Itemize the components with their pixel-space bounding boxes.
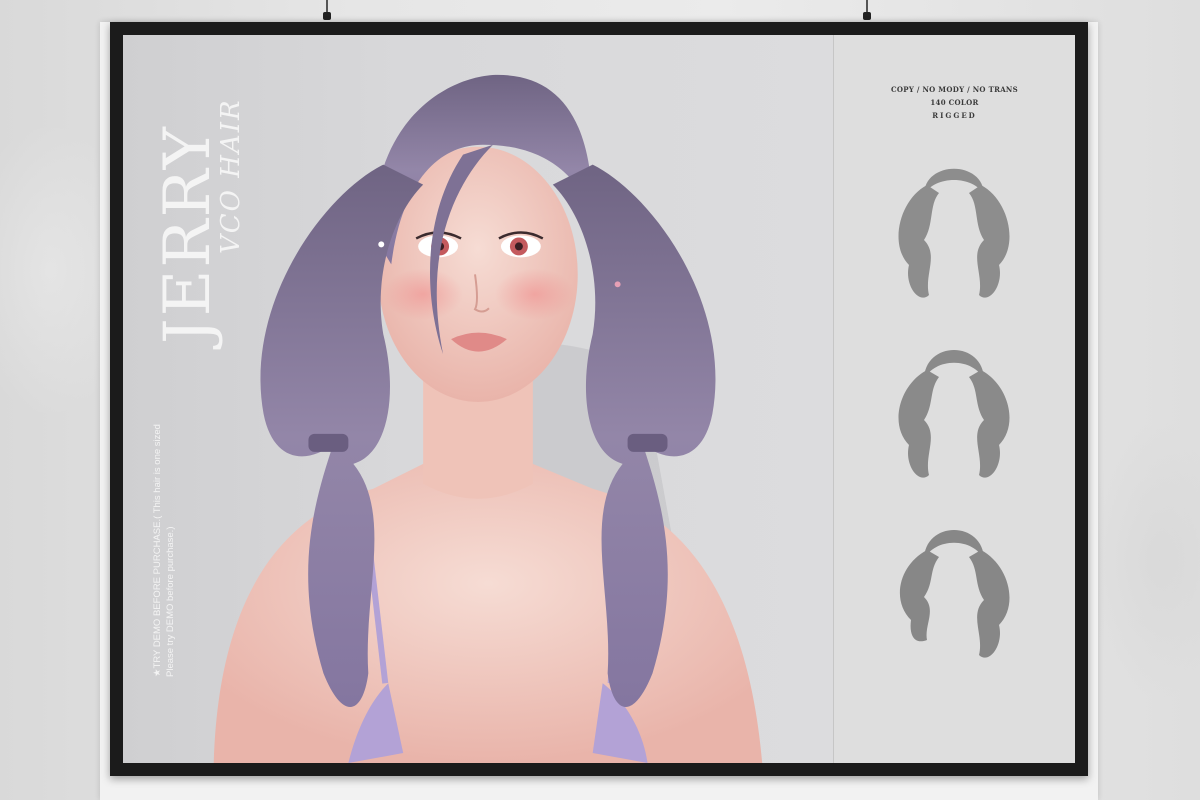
brand-subtitle: VCO HAIR	[216, 98, 246, 254]
hanging-hook-left	[322, 0, 332, 22]
hair-style-thumb-3	[899, 530, 1010, 658]
poster-frame: JERRY VCO HAIR ★TRY DEMO BEFORE PURCHASE…	[110, 22, 1088, 776]
hanging-hook-right	[862, 0, 872, 22]
info-panel: COPY / NO MODY / NO TRANS 140 COLOR RIGG…	[833, 35, 1075, 763]
poster-title-block: JERRY VCO HAIR	[151, 79, 246, 350]
permissions-text: COPY / NO MODY / NO TRANS	[891, 85, 1018, 94]
demo-note-line-1: ★TRY DEMO BEFORE PURCHASE.( This hair is…	[152, 424, 163, 677]
model-panel: JERRY VCO HAIR ★TRY DEMO BEFORE PURCHASE…	[123, 35, 833, 763]
demo-note: ★TRY DEMO BEFORE PURCHASE.( This hair is…	[150, 424, 390, 677]
product-info: COPY / NO MODY / NO TRANS 140 COLOR RIGG…	[834, 83, 1075, 122]
rigged-text: RIGGED	[932, 111, 977, 120]
hair-style-thumb-1	[898, 168, 1010, 298]
brand-title: JERRY	[151, 125, 225, 350]
hair-advert-poster: JERRY VCO HAIR ★TRY DEMO BEFORE PURCHASE…	[123, 35, 1075, 763]
demo-note-line-2: Please try DEMO before purchase.)	[165, 527, 176, 677]
hair-style-thumb-2	[898, 350, 1010, 478]
color-count-text: 140 COLOR	[930, 98, 979, 107]
